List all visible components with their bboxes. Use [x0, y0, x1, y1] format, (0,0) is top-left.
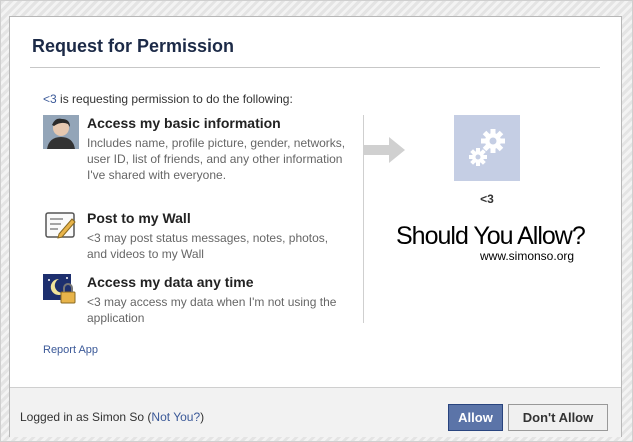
app-name: <3 [480, 192, 494, 206]
offline-access-icon [43, 274, 79, 308]
title-divider [30, 67, 600, 68]
watermark-url: www.simonso.org [480, 249, 575, 263]
permission-title: Access my basic information [87, 115, 281, 131]
dont-allow-button[interactable]: Don't Allow [508, 404, 608, 431]
permission-description: <3 may post status messages, notes, phot… [87, 231, 329, 261]
wall-post-icon [43, 210, 79, 244]
permission-description: Includes name, profile picture, gender, … [87, 136, 346, 182]
allow-button[interactable]: Allow [448, 404, 503, 431]
report-app-link[interactable]: Report App [43, 344, 98, 356]
permission-title: Post to my Wall [87, 210, 191, 226]
dialog-title: Request for Permission [32, 36, 235, 56]
permission-title: Access my data any time [87, 274, 254, 290]
intro-text: is requesting permission to do the follo… [56, 92, 293, 106]
dialog-footer: Logged in as Simon So (Not You?) Allow D… [10, 387, 621, 437]
permission-dialog: Request for Permission <3 is requesting … [9, 16, 622, 437]
watermark-title: Should You Allow? [396, 222, 586, 250]
arrow-right-icon [363, 135, 407, 170]
not-you-link[interactable]: Not You? [151, 410, 200, 424]
app-tile [454, 115, 520, 181]
intro-app-name[interactable]: <3 [43, 92, 57, 106]
permission-intro: <3 is requesting permission to do the fo… [43, 92, 293, 106]
permission-description: <3 may access my data when I'm not using… [87, 295, 337, 325]
logged-in-suffix: ) [200, 410, 205, 424]
permission-wall-post: Post to my Wall <3 may post status messa… [43, 210, 348, 272]
logged-in-status: Logged in as Simon So (Not You?) [20, 410, 204, 424]
permission-offline-access: Access my data any time <3 may access my… [43, 274, 348, 325]
user-photo-icon [43, 115, 79, 149]
permission-basic-info: Access my basic information Includes nam… [43, 115, 348, 200]
logged-in-text: Logged in as Simon So ( [20, 410, 152, 424]
gears-icon [469, 129, 505, 166]
